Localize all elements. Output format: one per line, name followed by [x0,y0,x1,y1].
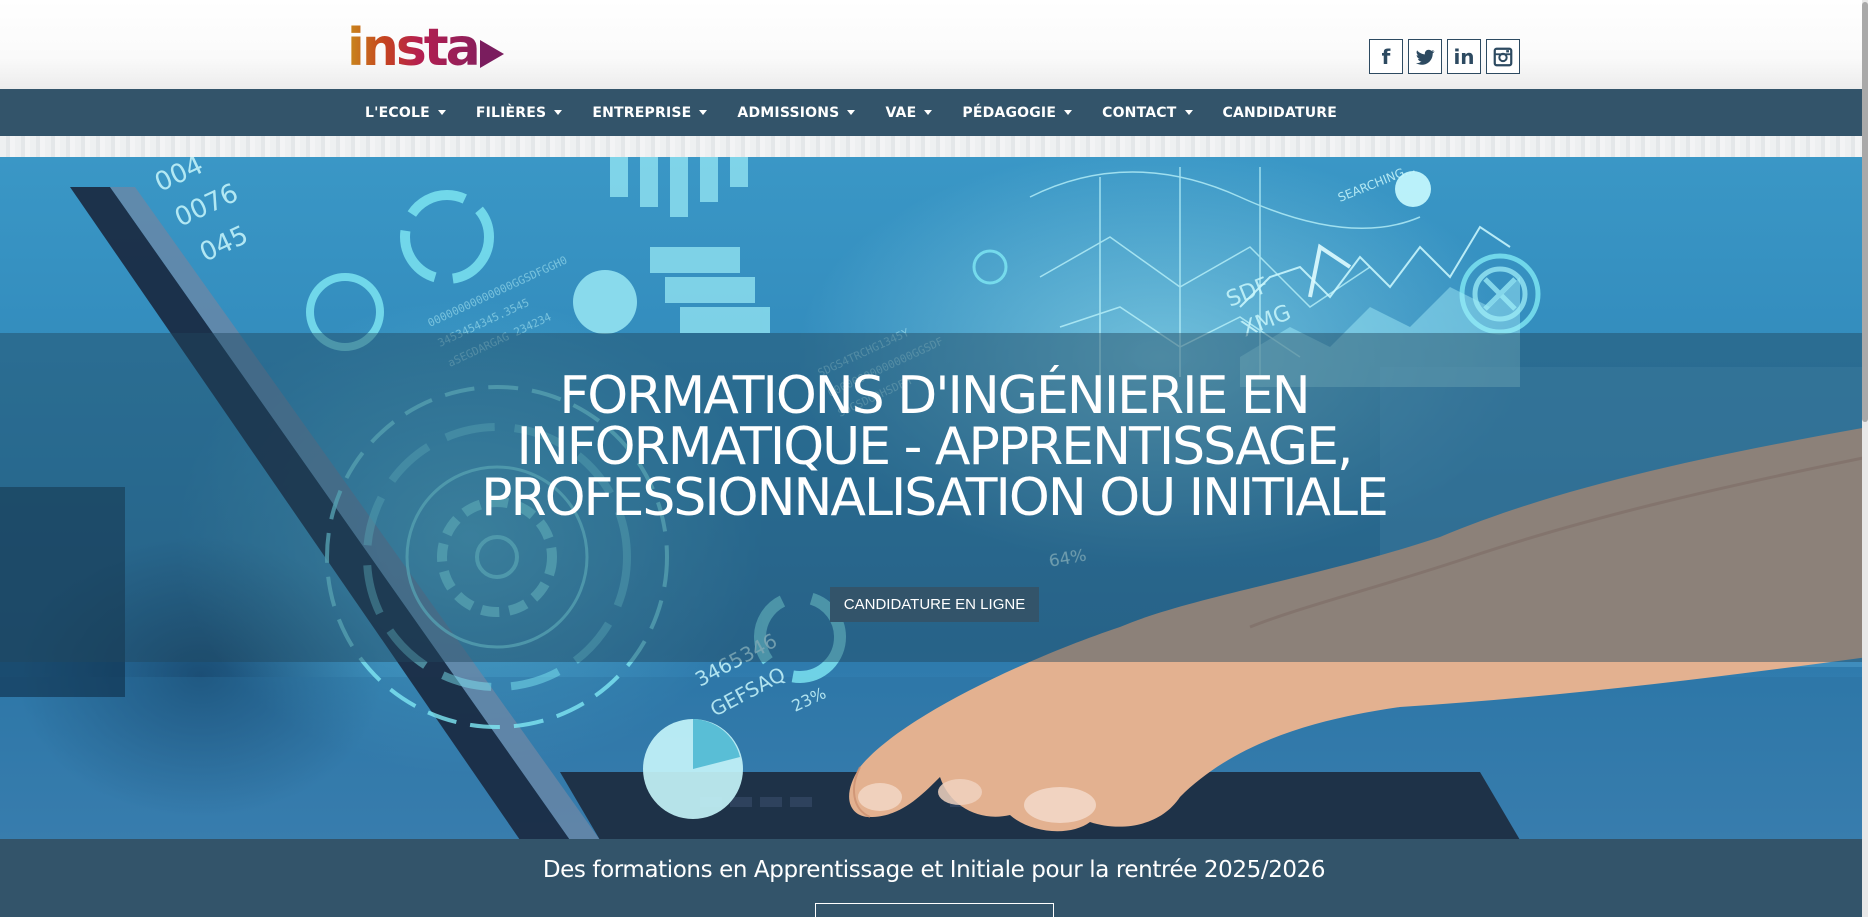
facebook-button[interactable]: f [1369,39,1403,74]
nav-item-admissions[interactable]: ADMISSIONS [722,89,870,136]
facebook-icon: f [1381,44,1391,69]
scrollbar[interactable] [1862,0,1868,917]
site-header: insta f in [0,0,1868,89]
caret-down-icon [437,110,446,115]
caret-down-icon [1184,110,1193,115]
nav-item-entreprise[interactable]: ENTREPRISE [577,89,722,136]
instagram-icon [1493,47,1513,66]
linkedin-icon: in [1453,44,1475,69]
nav-list: L'ECOLE FILIÈRES ENTREPRISE ADMISSIONS V… [350,89,1352,136]
twitter-button[interactable] [1408,39,1442,74]
social-links: f in [1369,39,1520,74]
linkedin-button[interactable]: in [1447,39,1481,74]
announcement-band: Des formations en Apprentissage et Initi… [0,839,1868,917]
nav-item-label: VAE [885,104,917,121]
apply-online-button[interactable]: CANDIDATURE EN LIGNE [830,587,1039,622]
announcement-button[interactable] [815,903,1054,917]
main-nav: L'ECOLE FILIÈRES ENTREPRISE ADMISSIONS V… [0,89,1868,136]
twitter-icon [1415,49,1435,65]
scrollbar-thumb[interactable] [1862,2,1868,422]
texture-strip [0,136,1868,157]
page: insta f in L'ECOLE FILIÈRES ENTREPRISE A… [0,0,1868,917]
caret-down-icon [847,110,856,115]
nav-item-vae[interactable]: VAE [870,89,947,136]
hud-label: SDF [1223,273,1273,312]
instagram-button[interactable] [1486,39,1520,74]
insta-logo[interactable]: insta [347,14,504,78]
hero-banner: 004 0076 045 SDF XMG SEARCHING... 23% 64… [0,157,1868,840]
logo-text: insta [347,18,481,78]
caret-down-icon [1064,110,1073,115]
nav-item-label: CANDIDATURE [1222,104,1338,121]
announcement-text: Des formations en Apprentissage et Initi… [542,857,1326,883]
nav-item-label: CONTACT [1102,104,1177,121]
caret-down-icon [554,110,563,115]
hero-title: FORMATIONS D'INGÉNIERIE EN INFORMATIQUE … [481,366,1389,528]
play-arrow-icon [479,40,504,68]
nav-item-label: ENTREPRISE [592,104,692,121]
nav-item-filieres[interactable]: FILIÈRES [461,89,578,136]
nav-item-ecole[interactable]: L'ECOLE [350,89,461,136]
caret-down-icon [924,110,933,115]
hud-number: 045 [195,220,253,268]
nav-item-pedagogie[interactable]: PÉDAGOGIE [947,89,1087,136]
nav-item-contact[interactable]: CONTACT [1087,89,1207,136]
nav-item-label: ADMISSIONS [737,104,840,121]
nav-item-label: PÉDAGOGIE [962,104,1057,121]
nav-item-label: FILIÈRES [475,104,547,121]
caret-down-icon [699,110,708,115]
nav-item-candidature[interactable]: CANDIDATURE [1208,89,1353,136]
nav-item-label: L'ECOLE [365,104,430,121]
